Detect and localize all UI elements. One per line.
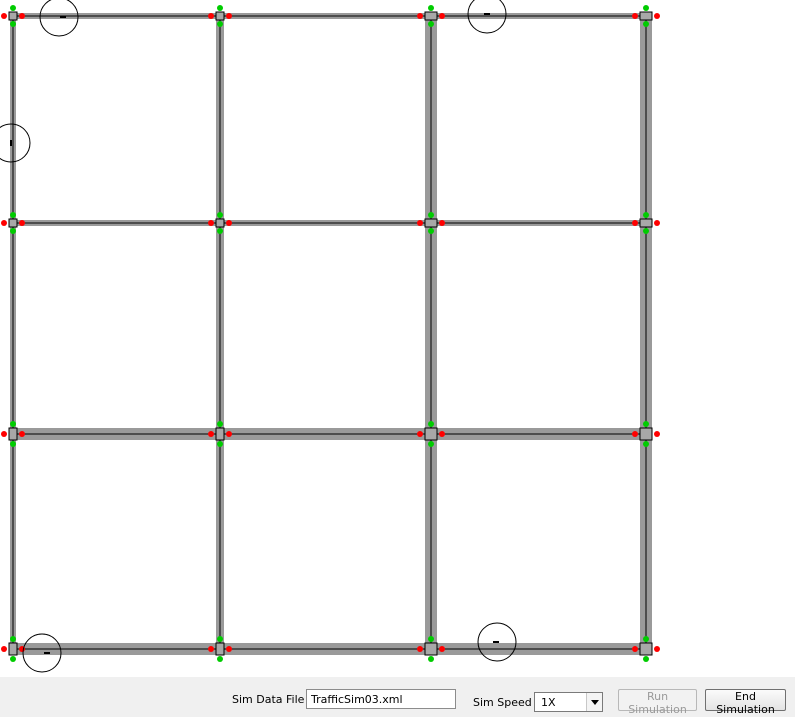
signal-light-green — [428, 5, 434, 11]
signal-light-red — [19, 220, 25, 226]
signal-light-green — [10, 421, 16, 427]
intersection — [639, 642, 653, 656]
intersection — [424, 218, 438, 228]
run-simulation-button[interactable]: Run Simulation — [618, 689, 697, 716]
end-simulation-button[interactable]: End Simulation — [705, 689, 786, 716]
signal-light-red — [1, 431, 7, 437]
signal-light-green — [428, 21, 434, 27]
intersection — [639, 427, 653, 441]
intersection — [639, 11, 653, 21]
signal-light-red — [208, 13, 214, 19]
intersection — [8, 642, 18, 656]
intersection — [639, 218, 653, 228]
signal-light-red — [439, 220, 445, 226]
signal-light-red — [632, 13, 638, 19]
intersection — [215, 11, 225, 21]
signal-light-green — [643, 441, 649, 447]
intersection — [215, 642, 225, 656]
signal-light-green — [10, 228, 16, 234]
signal-light-green — [217, 421, 223, 427]
signal-light-red — [654, 431, 660, 437]
signal-light-green — [217, 228, 223, 234]
signal-light-red — [654, 220, 660, 226]
signal-light-red — [226, 431, 232, 437]
signal-light-green — [428, 441, 434, 447]
road-network-map — [0, 0, 660, 673]
signal-light-green — [217, 5, 223, 11]
intersection — [215, 427, 225, 441]
sim-speed-label: Sim Speed — [473, 696, 532, 709]
intersection — [215, 218, 225, 228]
signal-light-green — [428, 636, 434, 642]
simulation-canvas — [0, 0, 795, 677]
signal-light-green — [428, 656, 434, 662]
signal-light-green — [217, 21, 223, 27]
signal-light-red — [632, 220, 638, 226]
signal-light-red — [208, 646, 214, 652]
signal-light-red — [226, 646, 232, 652]
intersection — [8, 427, 18, 441]
signal-light-green — [643, 421, 649, 427]
sim-data-file-label: Sim Data File — [232, 693, 305, 706]
signal-light-red — [1, 220, 7, 226]
signal-light-red — [439, 646, 445, 652]
signal-light-green — [643, 21, 649, 27]
signal-light-red — [417, 431, 423, 437]
signal-light-red — [417, 646, 423, 652]
signal-light-green — [10, 212, 16, 218]
signal-light-green — [217, 656, 223, 662]
signal-light-red — [417, 13, 423, 19]
signal-light-red — [19, 13, 25, 19]
signal-light-green — [428, 212, 434, 218]
signal-light-green — [217, 636, 223, 642]
signal-light-red — [208, 431, 214, 437]
signal-light-red — [439, 13, 445, 19]
intersection — [8, 218, 18, 228]
sim-speed-value: 1X — [541, 696, 556, 709]
intersection — [424, 427, 438, 441]
signal-light-green — [643, 5, 649, 11]
intersection — [424, 642, 438, 656]
signal-light-green — [217, 441, 223, 447]
signal-light-green — [428, 421, 434, 427]
signal-light-red — [19, 431, 25, 437]
signal-light-red — [1, 13, 7, 19]
signal-light-red — [654, 13, 660, 19]
intersection — [8, 11, 18, 21]
intersection — [424, 11, 438, 21]
signal-light-green — [643, 636, 649, 642]
signal-light-green — [10, 21, 16, 27]
signal-light-red — [226, 13, 232, 19]
signal-light-red — [632, 431, 638, 437]
signal-light-green — [643, 656, 649, 662]
signal-light-green — [10, 5, 16, 11]
signal-light-green — [217, 212, 223, 218]
signal-light-red — [226, 220, 232, 226]
signal-light-green — [10, 441, 16, 447]
signal-light-green — [10, 636, 16, 642]
signal-light-red — [654, 646, 660, 652]
signal-light-green — [10, 656, 16, 662]
chevron-down-icon[interactable] — [586, 693, 602, 711]
signal-light-red — [1, 646, 7, 652]
signal-light-red — [417, 220, 423, 226]
signal-light-green — [643, 212, 649, 218]
sim-speed-select[interactable]: 1X — [534, 692, 603, 712]
signal-light-red — [632, 646, 638, 652]
sim-data-file-input[interactable] — [306, 689, 456, 709]
signal-light-red — [439, 431, 445, 437]
signal-light-red — [208, 220, 214, 226]
signal-light-green — [428, 228, 434, 234]
signal-light-green — [643, 228, 649, 234]
